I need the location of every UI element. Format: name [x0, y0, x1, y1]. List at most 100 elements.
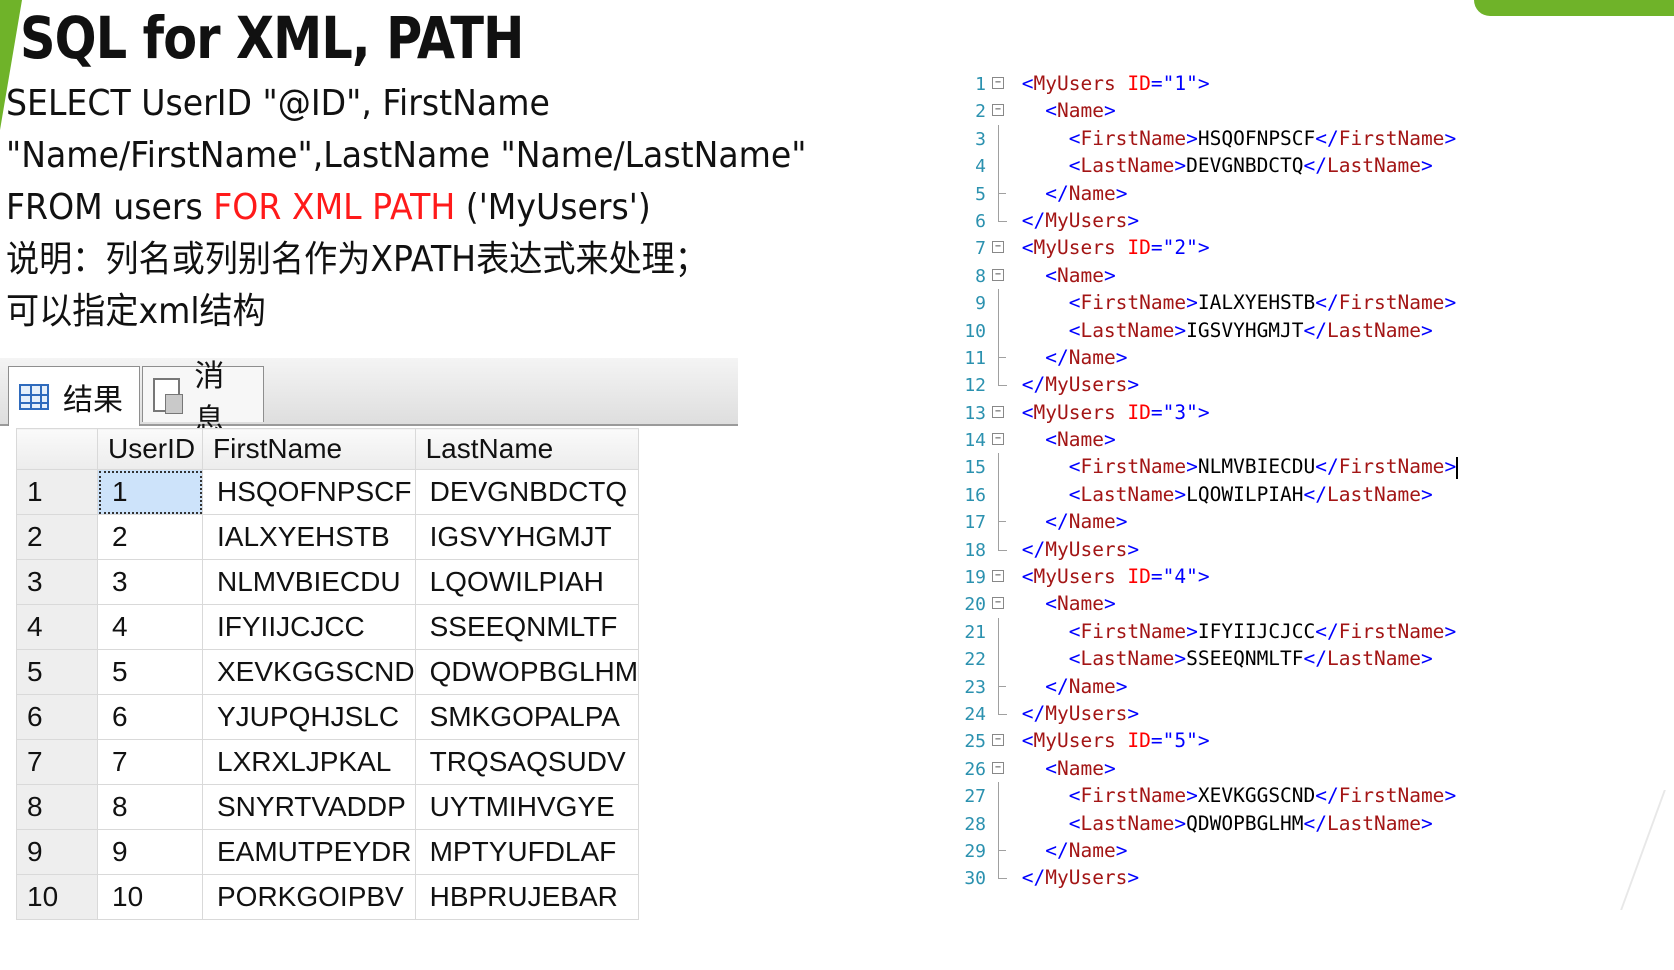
- lastname-cell[interactable]: SMKGOPALPA: [414, 694, 640, 740]
- collapse-icon[interactable]: −: [992, 761, 1004, 774]
- xml-attr-value: 2: [1174, 236, 1187, 260]
- lastname-cell[interactable]: TRQSAQSUDV: [414, 739, 640, 785]
- line-number: 29: [964, 840, 986, 862]
- userid-cell[interactable]: 10: [97, 874, 203, 920]
- xml-line[interactable]: 8− <Name>: [960, 262, 1560, 289]
- xml-line[interactable]: 18 </MyUsers>: [960, 535, 1560, 563]
- collapse-icon[interactable]: −: [992, 570, 1004, 583]
- xml-line[interactable]: 30 </MyUsers>: [960, 864, 1560, 891]
- xml-line[interactable]: 12 </MyUsers>: [960, 371, 1560, 398]
- xml-line[interactable]: 10 <LastName>IGSVYHGMJT</LastName>: [960, 316, 1560, 344]
- table-row[interactable]: 10 10 PORKGOIPBV HBPRUJEBAR: [16, 874, 640, 920]
- xml-line[interactable]: 20− <Name>: [960, 590, 1560, 617]
- xml-line[interactable]: 2− <Name>: [960, 97, 1560, 124]
- collapse-icon[interactable]: −: [992, 77, 1004, 89]
- xml-line[interactable]: 7− <MyUsers ID="2">: [960, 234, 1560, 261]
- xml-line[interactable]: 21 <FirstName>IFYIIJCJCC</FirstName>: [960, 617, 1560, 646]
- firstname-cell[interactable]: LXRXLJPKAL: [202, 739, 416, 785]
- column-header-firstname[interactable]: FirstName: [202, 428, 416, 470]
- xml-line[interactable]: 5 </Name>: [960, 179, 1560, 207]
- xml-line[interactable]: 4 <LastName>DEVGNBDCTQ</LastName>: [960, 152, 1560, 180]
- xml-line[interactable]: 24 </MyUsers>: [960, 699, 1560, 727]
- table-row[interactable]: 5 5 XEVKGGSCND QDWOPBGLHM: [16, 649, 640, 695]
- lastname-cell[interactable]: DEVGNBDCTQ: [414, 469, 640, 515]
- xml-line[interactable]: 3 <FirstName>HSQOFNPSCF</FirstName>: [960, 124, 1560, 153]
- fold-gutter[interactable]: −: [986, 262, 1010, 289]
- fold-gutter[interactable]: −: [986, 234, 1010, 261]
- xml-line[interactable]: 6 </MyUsers>: [960, 206, 1560, 234]
- xml-line[interactable]: 28 <LastName>QDWOPBGLHM</LastName>: [960, 809, 1560, 837]
- xml-line[interactable]: 19− <MyUsers ID="4">: [960, 563, 1560, 590]
- xml-line[interactable]: 23 </Name>: [960, 672, 1560, 700]
- xml-bracket: </: [1021, 373, 1046, 397]
- firstname-cell[interactable]: XEVKGGSCND: [202, 649, 416, 695]
- collapse-icon[interactable]: −: [992, 104, 1004, 117]
- firstname-cell[interactable]: HSQOFNPSCF: [202, 469, 416, 515]
- firstname-cell[interactable]: NLMVBIECDU: [202, 559, 416, 605]
- xml-line[interactable]: 1− <MyUsers ID="1">: [960, 70, 1560, 97]
- userid-cell[interactable]: 4: [97, 604, 203, 650]
- firstname-cell[interactable]: PORKGOIPBV: [202, 874, 416, 920]
- lastname-cell[interactable]: MPTYUFDLAF: [414, 829, 640, 875]
- userid-cell[interactable]: 5: [97, 649, 203, 695]
- collapse-icon[interactable]: −: [992, 405, 1004, 418]
- userid-cell[interactable]: 6: [97, 694, 203, 740]
- userid-cell[interactable]: 7: [97, 739, 203, 785]
- table-row[interactable]: 7 7 LXRXLJPKAL TRQSAQSUDV: [16, 739, 640, 785]
- firstname-cell[interactable]: YJUPQHJSLC: [202, 694, 416, 740]
- firstname-cell[interactable]: IALXYEHSTB: [202, 514, 416, 560]
- xml-line[interactable]: 13− <MyUsers ID="3">: [960, 399, 1560, 426]
- column-header-lastname[interactable]: LastName: [414, 428, 640, 470]
- lastname-cell[interactable]: SSEEQNMLTF: [414, 604, 640, 650]
- xml-line[interactable]: 29 </Name>: [960, 836, 1560, 865]
- collapse-icon[interactable]: −: [992, 597, 1004, 610]
- tab-results[interactable]: 结果: [8, 366, 140, 426]
- xml-line[interactable]: 22 <LastName>SSEEQNMLTF</LastName>: [960, 645, 1560, 673]
- lastname-cell[interactable]: UYTMIHVGYE: [414, 784, 640, 830]
- lastname-cell[interactable]: HBPRUJEBAR: [414, 874, 640, 920]
- userid-cell[interactable]: 9: [97, 829, 203, 875]
- xml-line[interactable]: 11 </Name>: [960, 343, 1560, 372]
- fold-gutter[interactable]: −: [986, 727, 1010, 754]
- table-row[interactable]: 6 6 YJUPQHJSLC SMKGOPALPA: [16, 694, 640, 740]
- firstname-cell[interactable]: EAMUTPEYDR: [202, 829, 416, 875]
- fold-gutter[interactable]: −: [986, 70, 1010, 97]
- table-row[interactable]: 1 1 HSQOFNPSCF DEVGNBDCTQ: [16, 469, 640, 515]
- table-row[interactable]: 9 9 EAMUTPEYDR MPTYUFDLAF: [16, 829, 640, 875]
- collapse-icon[interactable]: −: [992, 241, 1004, 254]
- userid-cell[interactable]: 1: [97, 469, 203, 515]
- xml-line[interactable]: 17 </Name>: [960, 508, 1560, 536]
- fold-gutter[interactable]: −: [986, 97, 1010, 124]
- fold-gutter[interactable]: −: [986, 399, 1010, 426]
- userid-cell[interactable]: 3: [97, 559, 203, 605]
- table-row[interactable]: 3 3 NLMVBIECDU LQOWILPIAH: [16, 559, 640, 605]
- collapse-icon[interactable]: −: [992, 433, 1004, 446]
- firstname-cell[interactable]: SNYRTVADDP: [202, 784, 416, 830]
- xml-line[interactable]: 16 <LastName>LQOWILPIAH</LastName>: [960, 480, 1560, 509]
- lastname-cell[interactable]: IGSVYHGMJT: [414, 514, 640, 560]
- lastname-cell[interactable]: LQOWILPIAH: [414, 559, 640, 605]
- xml-line[interactable]: 14− <Name>: [960, 426, 1560, 453]
- column-header-userid[interactable]: UserID: [97, 428, 203, 470]
- table-row[interactable]: 4 4 IFYIIJCJCC SSEEQNMLTF: [16, 604, 640, 650]
- collapse-icon[interactable]: −: [992, 734, 1004, 747]
- table-row[interactable]: 2 2 IALXYEHSTB IGSVYHGMJT: [16, 514, 640, 560]
- fold-gutter[interactable]: −: [986, 755, 1010, 782]
- userid-cell[interactable]: 8: [97, 784, 203, 830]
- fold-gutter[interactable]: −: [986, 426, 1010, 453]
- xml-line[interactable]: 26− <Name>: [960, 755, 1560, 782]
- tab-messages[interactable]: 消息: [142, 359, 264, 438]
- lastname-cell[interactable]: QDWOPBGLHM: [414, 649, 640, 695]
- xml-line[interactable]: 9 <FirstName>IALXYEHSTB</FirstName>: [960, 289, 1560, 317]
- collapse-icon[interactable]: −: [992, 268, 1004, 281]
- fold-gutter[interactable]: −: [986, 563, 1010, 590]
- xml-line[interactable]: 25− <MyUsers ID="5">: [960, 727, 1560, 754]
- xml-line[interactable]: 27 <FirstName>XEVKGGSCND</FirstName>: [960, 782, 1560, 810]
- fold-gutter[interactable]: −: [986, 590, 1010, 617]
- xml-line[interactable]: 15 <FirstName>NLMVBIECDU</FirstName>: [960, 453, 1560, 481]
- table-row[interactable]: 8 8 SNYRTVADDP UYTMIHVGYE: [16, 784, 640, 830]
- xml-editor[interactable]: 1− <MyUsers ID="1"> 2− <Name> 3 <FirstName…: [960, 70, 1560, 892]
- userid-cell[interactable]: 2: [97, 514, 203, 560]
- xml-tag-name: FirstName: [1080, 455, 1187, 479]
- firstname-cell[interactable]: IFYIIJCJCC: [202, 604, 416, 650]
